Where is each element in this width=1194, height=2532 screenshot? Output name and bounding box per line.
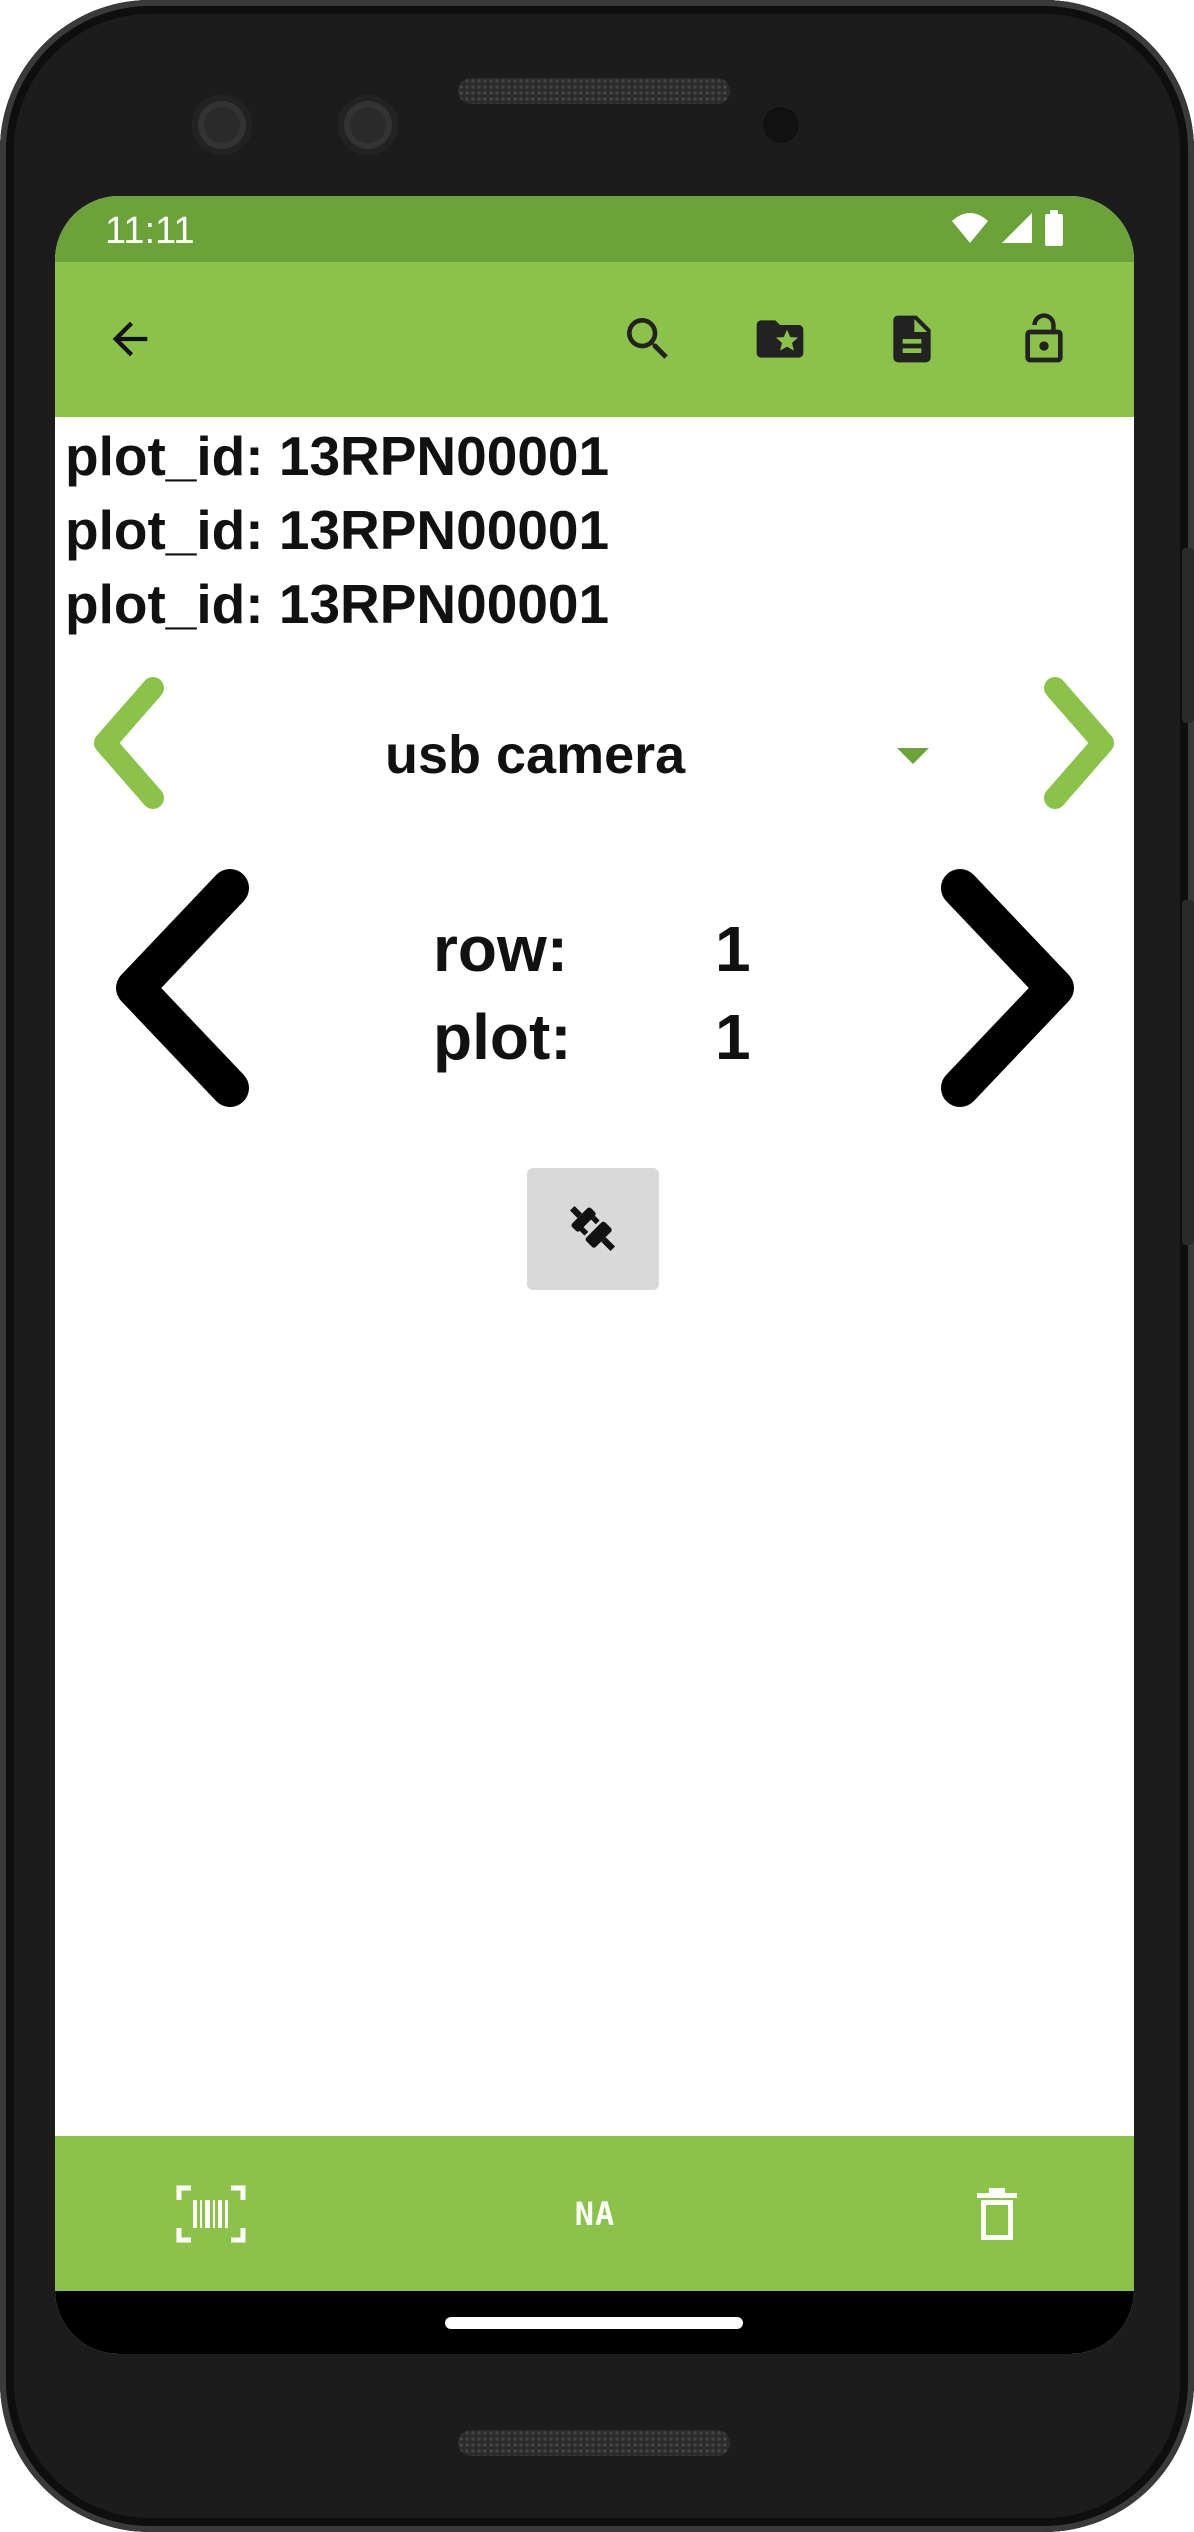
signal-icon — [1002, 213, 1032, 243]
lock-open-icon — [1025, 313, 1063, 363]
wifi-icon — [952, 213, 988, 243]
info-line: plot_id: 13RPN00001 — [65, 425, 610, 487]
document-button[interactable] — [877, 304, 947, 374]
row-value: 1 — [715, 913, 751, 985]
battery-icon — [1045, 210, 1063, 246]
status-bar: 11:11 — [55, 196, 1134, 262]
info-line: plot_id: 13RPN00001 — [65, 573, 610, 635]
trash-icon — [977, 2188, 1017, 2240]
connect-camera-button[interactable] — [527, 1168, 659, 1290]
plug-connect-icon — [569, 1205, 616, 1252]
system-nav-bar — [55, 2291, 1134, 2354]
range-next-button[interactable] — [915, 868, 1085, 1108]
trait-selected[interactable]: usb camera — [385, 724, 685, 786]
plot-value: 1 — [715, 1001, 751, 1073]
chevron-down-icon[interactable] — [897, 748, 929, 764]
barcode-scan-icon — [176, 2185, 246, 2243]
search-button[interactable] — [613, 304, 683, 374]
na-label: NA — [574, 2195, 616, 2233]
delete-button[interactable] — [957, 2176, 1037, 2252]
info-line: plot_id: 13RPN00001 — [65, 499, 610, 561]
earpiece-speaker — [458, 78, 730, 104]
home-handle[interactable] — [445, 2317, 743, 2329]
front-camera — [192, 95, 252, 155]
screen: 11:11 plot_id: 13RPN00001 plot_id: 13RPN… — [55, 196, 1134, 2354]
arrow-back-icon — [112, 321, 148, 357]
proximity-sensor — [763, 107, 799, 143]
power-button — [1182, 548, 1194, 723]
bottom-bar: NA — [55, 2136, 1134, 2291]
lock-button[interactable] — [1009, 304, 1079, 374]
trait-next-button[interactable] — [1015, 676, 1125, 811]
volume-button — [1182, 900, 1194, 1245]
na-button[interactable]: NA — [555, 2176, 635, 2252]
range-prev-button[interactable] — [105, 868, 275, 1108]
phone-frame: 11:11 plot_id: 13RPN00001 plot_id: 13RPN… — [0, 0, 1194, 2532]
bottom-speaker — [458, 2430, 730, 2456]
search-icon — [627, 318, 668, 359]
trait-picker: usb camera — [55, 676, 1134, 856]
trait-prev-button[interactable] — [83, 676, 193, 811]
row-label: row: — [433, 913, 569, 985]
app-bar — [55, 262, 1134, 417]
favorites-folder-button[interactable] — [745, 304, 815, 374]
document-icon — [893, 315, 931, 363]
barcode-scan-button[interactable] — [171, 2176, 251, 2252]
status-time: 11:11 — [105, 210, 195, 252]
plot-label: plot: — [433, 1001, 572, 1073]
back-button[interactable] — [95, 304, 165, 374]
folder-star-icon — [756, 320, 804, 358]
status-icons — [950, 210, 1064, 246]
front-camera-secondary — [338, 95, 398, 155]
